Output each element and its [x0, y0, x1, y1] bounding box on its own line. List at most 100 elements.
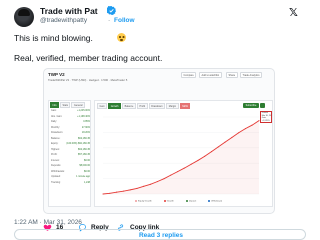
growth-point — [156, 181, 158, 183]
embedded-screenshot[interactable]: TWP V2 TradeWithPat V2 · TWP (USD) · Hed… — [43, 68, 275, 214]
post-text-line-2: Real, verified, member trading account. — [14, 53, 163, 63]
growth-point — [136, 187, 138, 189]
subscribe-button: Subscribe — [243, 103, 259, 108]
stat-row: Deposits: $5,000.00 — [51, 164, 90, 168]
stat-value: 18.20% — [81, 131, 90, 134]
legend-equity-growth: Equity Growth — [135, 200, 152, 203]
stat-value: 1 minute ago — [76, 175, 90, 178]
growth-point — [244, 128, 246, 130]
stat-value: +1,245.00% — [77, 109, 90, 112]
stat-row: Equity: (100.00%) $62,180.45 — [51, 142, 90, 146]
read-replies-label: Read 3 replies — [138, 231, 184, 239]
add-to-watchlist-button: Add to watchlist — [199, 72, 222, 78]
stat-value: $0.00 — [84, 158, 90, 162]
stat-value: $62,180.45 — [78, 136, 90, 140]
tab-info: Info — [50, 102, 59, 108]
stat-row: Tracking: 1,248 — [51, 181, 90, 185]
stat-label: Interest: — [51, 158, 60, 162]
stat-label: Drawdown: — [51, 131, 63, 134]
growth-point — [210, 151, 213, 153]
stat-row: Interest: $0.00 — [51, 159, 90, 163]
growth-point — [190, 163, 192, 165]
stat-row: Drawdown: 18.20% — [51, 131, 90, 135]
stat-value: 27.90% — [81, 125, 90, 129]
growth-chart — [102, 116, 260, 195]
stat-value: $62,180.45 — [78, 147, 90, 151]
stat-label: Daily: — [51, 120, 57, 123]
tab-stats: Stats — [60, 102, 71, 108]
x-logo-icon[interactable]: 𝕏 — [289, 6, 298, 19]
growth-point — [224, 141, 226, 143]
growth-point — [217, 146, 219, 148]
growth-point — [197, 159, 199, 161]
account-stats-panel: Info Stats General Gain: +1,245.00% Abs. G… — [48, 100, 91, 207]
follow-button[interactable]: Follow — [114, 17, 135, 24]
stat-label: Tracking: — [51, 180, 61, 184]
stat-label: Gain: — [51, 109, 57, 112]
growth-point — [102, 193, 104, 195]
trade-analytics-button: Trade Analytics — [240, 72, 262, 78]
chart-panel: Gain Growth Balance Profit Drawdown Marg… — [94, 100, 273, 207]
growth-point — [116, 191, 118, 193]
stat-label: Balance: — [51, 136, 61, 140]
growth-point — [149, 183, 152, 185]
legend-deposit: Deposit — [185, 200, 196, 203]
stat-label: Highest: — [51, 147, 60, 151]
stat-value: $0.00 — [84, 169, 90, 173]
compare-button: Compare — [181, 72, 197, 78]
growth-point — [204, 155, 206, 157]
stat-label: Updated: — [51, 175, 61, 178]
stat-value: 0.85% — [83, 120, 90, 123]
stat-label: Monthly: — [51, 125, 61, 129]
tab-general: General — [71, 102, 85, 108]
stat-label: Withdrawals: — [51, 169, 65, 173]
stat-label: Deposits: — [51, 164, 61, 167]
post-text-line-1: This is mind blowing. — [14, 33, 93, 43]
growth-point — [129, 189, 131, 191]
chart-legend: Equity Growth Growth Deposit Withdrawal — [135, 200, 222, 203]
account-subtitle: TradeWithPat V2 · TWP (USD) · Hedged · 1… — [48, 78, 128, 82]
growth-point — [177, 171, 179, 173]
read-replies-button[interactable]: Read 3 replies — [14, 229, 306, 240]
author-name[interactable]: Trade with Pat — [40, 6, 98, 16]
stat-row: Highest: $62,180.45 — [51, 148, 90, 152]
astonished-face-emoji-icon — [117, 33, 126, 42]
stat-value: $57,180.45 — [78, 153, 90, 156]
stat-row: Daily: 0.85% — [51, 120, 90, 124]
stat-row: Balance: $62,180.45 — [51, 137, 90, 141]
author-handle[interactable]: @tradewithpatty — [40, 17, 87, 24]
growth-point — [109, 192, 111, 194]
growth-point — [251, 124, 253, 126]
stat-value: +1,198.40% — [77, 114, 90, 118]
stat-label: Profit: — [51, 153, 58, 156]
growth-point — [183, 167, 185, 169]
stat-row: Abs. Gain: +1,198.40% — [51, 115, 90, 119]
growth-point — [238, 132, 240, 134]
stat-row: Profit: $57,180.45 — [51, 153, 90, 157]
growth-point — [231, 136, 233, 139]
author-avatar[interactable] — [14, 7, 34, 27]
share-button: Share — [226, 72, 238, 78]
stat-value: 1,248 — [84, 180, 90, 184]
stat-value: (100.00%) $62,180.45 — [66, 142, 90, 145]
stat-label: Equity: — [51, 142, 59, 145]
stat-row: Monthly: 27.90% — [51, 126, 90, 130]
stat-row: Gain: +1,245.00% — [51, 109, 90, 113]
verified-badge-icon — [107, 6, 116, 15]
chart-tooltip: Growth Mar 30, 26 Gain +1,245% — [260, 111, 272, 123]
separator-dot: · — [108, 17, 111, 24]
account-title: TWP V2 — [48, 72, 65, 77]
legend-growth: Growth — [163, 200, 174, 203]
stat-row: Updated: 1 minute ago — [51, 175, 90, 179]
tooltip-line-4: +1,245% — [261, 119, 270, 122]
stat-row: Withdrawals: $0.00 — [51, 170, 90, 174]
growth-point — [122, 190, 124, 192]
legend-withdrawal: Withdrawal — [208, 200, 222, 203]
growth-point — [143, 185, 145, 187]
growth-point — [170, 174, 172, 176]
stat-label: Abs. Gain: — [51, 114, 63, 118]
stat-value: $5,000.00 — [79, 164, 90, 167]
growth-area — [103, 120, 259, 194]
chevron-down-icon — [260, 103, 265, 108]
growth-point — [163, 178, 165, 180]
